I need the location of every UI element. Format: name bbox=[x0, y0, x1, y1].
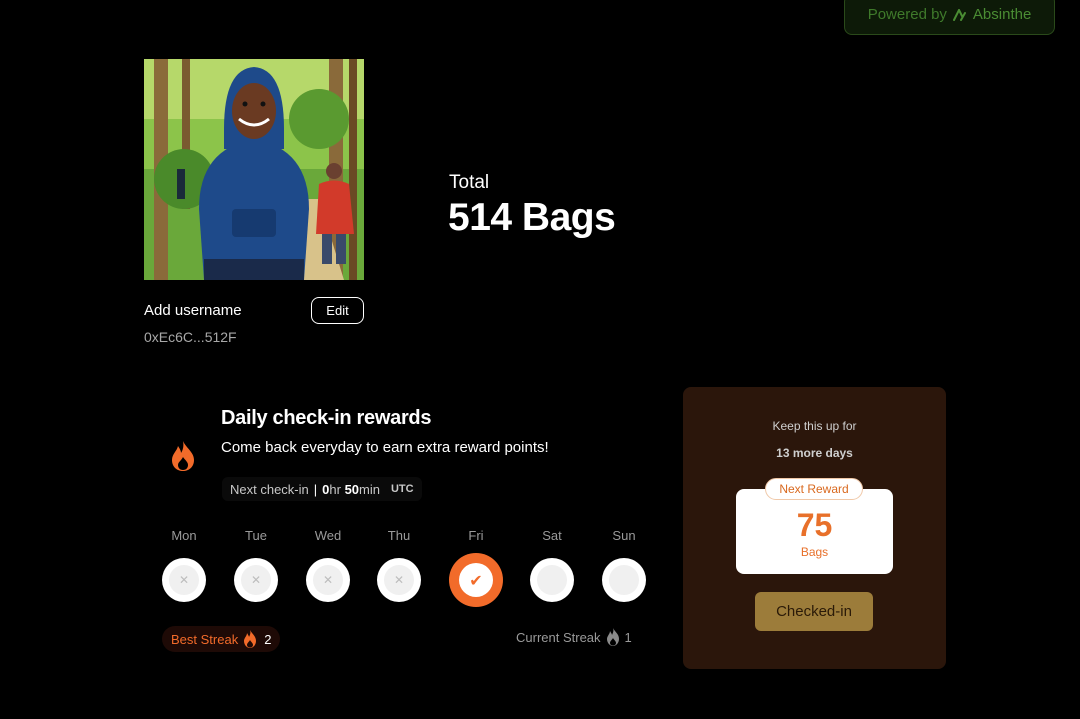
empty-day-icon bbox=[609, 565, 639, 595]
day-label-wed: Wed bbox=[314, 528, 342, 543]
checkin-title: Daily check-in rewards bbox=[221, 407, 432, 429]
check-icon: ✔ bbox=[459, 563, 493, 597]
day-label-fri: Fri bbox=[468, 528, 484, 543]
avatar[interactable] bbox=[144, 59, 364, 280]
day-label-sun: Sun bbox=[612, 528, 636, 543]
day-status-sat bbox=[530, 558, 574, 602]
day-status-thu: ✕ bbox=[377, 558, 421, 602]
keep-up-text: Keep this up for bbox=[772, 419, 857, 433]
timezone-label: UTC bbox=[390, 483, 414, 495]
countdown-minutes: 50 bbox=[344, 481, 360, 497]
day-status-wed: ✕ bbox=[306, 558, 350, 602]
countdown: 0hr 50min bbox=[322, 482, 380, 497]
x-icon: ✕ bbox=[313, 565, 343, 595]
separator: | bbox=[313, 481, 318, 497]
avatar-image bbox=[144, 59, 364, 280]
x-icon: ✕ bbox=[241, 565, 271, 595]
day-status-tue: ✕ bbox=[234, 558, 278, 602]
reward-panel: Keep this up for 13 more days 75 Bags Ne… bbox=[683, 387, 946, 669]
day-label-tue: Tue bbox=[245, 528, 267, 543]
reward-unit: Bags bbox=[800, 545, 829, 559]
day-label-mon: Mon bbox=[171, 528, 197, 543]
x-icon: ✕ bbox=[384, 565, 414, 595]
reward-amount: 75 bbox=[796, 507, 833, 543]
current-streak: Current Streak 1 bbox=[516, 627, 632, 647]
total-label: Total bbox=[449, 172, 490, 193]
username-label[interactable]: Add username bbox=[144, 302, 242, 319]
x-icon: ✕ bbox=[169, 565, 199, 595]
days-remaining: 13 more days bbox=[776, 446, 853, 460]
day-label-sat: Sat bbox=[542, 528, 562, 543]
day-status-fri: ✔ bbox=[449, 553, 503, 607]
hours-unit: hr bbox=[329, 481, 341, 497]
current-streak-value: 1 bbox=[624, 629, 632, 645]
best-streak-value: 2 bbox=[264, 631, 272, 647]
powered-by-label: Powered by bbox=[867, 6, 947, 23]
checked-in-button[interactable]: Checked-in bbox=[755, 592, 873, 631]
day-status-sun bbox=[602, 558, 646, 602]
brand-name: Absinthe bbox=[972, 6, 1032, 23]
minutes-unit: min bbox=[359, 481, 380, 497]
powered-by-badge[interactable]: Powered by Absinthe bbox=[844, 0, 1055, 35]
next-reward-tag: Next Reward bbox=[765, 478, 863, 500]
flame-icon bbox=[172, 441, 194, 471]
edit-button[interactable]: Edit bbox=[311, 297, 364, 324]
checkin-subtitle: Come back everyday to earn extra reward … bbox=[221, 439, 549, 456]
best-streak-badge: Best Streak 2 bbox=[162, 626, 281, 652]
wallet-address: 0xEc6C...512F bbox=[144, 329, 237, 345]
absinthe-logo-icon bbox=[952, 8, 966, 21]
next-reward-card: 75 Bags bbox=[736, 489, 893, 574]
flame-icon bbox=[606, 628, 619, 646]
flame-icon bbox=[244, 630, 257, 648]
day-status-mon: ✕ bbox=[162, 558, 206, 602]
total-bags-value: 514 Bags bbox=[448, 196, 616, 239]
day-label-thu: Thu bbox=[387, 528, 411, 543]
current-streak-label: Current Streak bbox=[516, 629, 601, 645]
empty-day-icon bbox=[537, 565, 567, 595]
next-checkin-label: Next check-in bbox=[230, 481, 309, 497]
next-checkin-timer: Next check-in | 0hr 50min UTC bbox=[222, 477, 422, 501]
best-streak-label: Best Streak bbox=[171, 631, 239, 647]
